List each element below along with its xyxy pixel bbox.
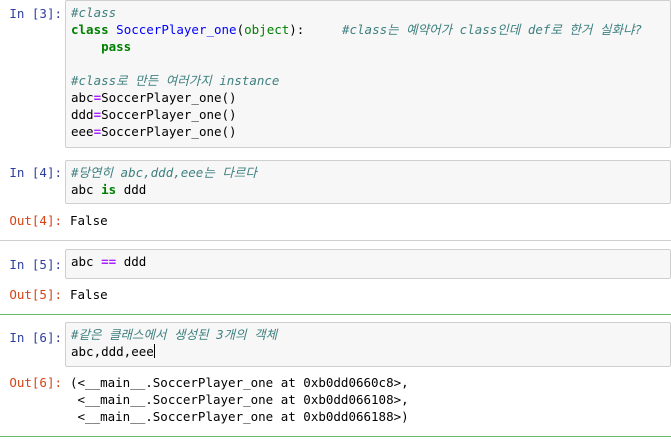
cell-output: (<__main__.SoccerPlayer_one at 0xb0dd066… — [70, 374, 671, 425]
code-token: SoccerPlayer_one — [116, 22, 237, 37]
code-cell-4[interactable]: In [4]: #당연히 abc,ddd,eee는 다르다 abc is ddd … — [0, 160, 671, 238]
output-line: False — [70, 213, 108, 228]
code-token: abc — [71, 182, 102, 197]
code-line: #class — [71, 4, 665, 21]
out-prompt: Out[4]: — [9, 213, 62, 228]
out-prompt: Out[6]: — [9, 375, 62, 390]
code-token: #class — [71, 5, 117, 20]
code-lines: abc == ddd — [71, 253, 665, 270]
code-token: ( — [236, 22, 245, 37]
in-prompt: In [6]: — [9, 330, 62, 345]
code-line: pass — [71, 38, 665, 55]
code-line: class SoccerPlayer_one(object): #class는 … — [71, 21, 665, 38]
code-token: abc — [71, 90, 94, 105]
code-token: is — [101, 182, 117, 197]
code-line: #class로 만든 여러가지 instance — [71, 72, 665, 89]
code-token: SoccerPlayer_one() — [101, 124, 237, 139]
code-lines: #당연히 abc,ddd,eee는 다르다 abc is ddd — [71, 164, 665, 198]
code-token: ): — [289, 22, 342, 37]
code-lines: #class class SoccerPlayer_one(object): #c… — [71, 4, 665, 140]
code-token: #같은 클래스에서 생성된 3개의 객체 — [71, 327, 278, 342]
code-token: pass — [101, 39, 132, 54]
code-token: ddd — [116, 254, 147, 269]
code-token: SoccerPlayer_one() — [101, 90, 237, 105]
in-prompt: In [4]: — [9, 165, 62, 180]
code-line: #당연히 abc,ddd,eee는 다르다 — [71, 164, 665, 181]
out-prompt: Out[5]: — [9, 287, 62, 302]
code-token: == — [101, 254, 117, 269]
code-token: object — [244, 22, 290, 37]
output-line: <__main__.SoccerPlayer_one at 0xb0dd0661… — [70, 392, 409, 407]
code-line: ddd=SoccerPlayer_one() — [71, 106, 665, 123]
text-cursor — [153, 344, 155, 358]
code-token: #당연히 abc,ddd,eee는 다르다 — [71, 165, 257, 180]
code-input[interactable]: #class class SoccerPlayer_one(object): #c… — [65, 0, 671, 148]
code-lines: #같은 클래스에서 생성된 3개의 객체 abc,ddd,eee — [71, 326, 665, 360]
code-token: ddd — [116, 182, 147, 197]
code-token: eee — [71, 124, 94, 139]
code-input[interactable]: #당연히 abc,ddd,eee는 다르다 abc is ddd — [65, 160, 671, 204]
code-token: #class는 예약어가 class인데 def로 한거 실화냐? — [341, 22, 642, 37]
cell-selection-bar — [0, 314, 671, 315]
cell-output: False — [70, 212, 671, 229]
code-line: abc == ddd — [71, 253, 665, 270]
code-token: = — [93, 90, 102, 105]
code-token: = — [93, 124, 102, 139]
code-token: class — [71, 22, 109, 37]
code-token: #class로 만든 여러가지 instance — [71, 73, 280, 88]
code-token: ddd — [71, 107, 94, 122]
code-token: abc — [71, 254, 102, 269]
output-line: False — [70, 287, 108, 302]
cell-selection-bar — [0, 436, 671, 437]
code-line: abc=SoccerPlayer_one() — [71, 89, 665, 106]
code-line: abc,ddd,eee — [71, 343, 665, 360]
code-cell-6[interactable]: In [6]: #같은 클래스에서 생성된 3개의 객체 abc,ddd,eee … — [0, 322, 671, 434]
code-token: = — [93, 107, 102, 122]
code-line: #같은 클래스에서 생성된 3개의 객체 — [71, 326, 665, 343]
code-line: abc is ddd — [71, 181, 665, 198]
cell-separator — [0, 240, 671, 241]
output-line: (<__main__.SoccerPlayer_one at 0xb0dd066… — [70, 375, 409, 390]
code-cell-3[interactable]: In [3]: #class class SoccerPlayer_one(obj… — [0, 0, 671, 150]
code-cell-5[interactable]: In [5]: abc == ddd Out[5]: False — [0, 249, 671, 309]
code-input[interactable]: #같은 클래스에서 생성된 3개의 객체 abc,ddd,eee — [65, 322, 671, 367]
code-input[interactable]: abc == ddd — [65, 249, 671, 279]
output-line: <__main__.SoccerPlayer_one at 0xb0dd0661… — [70, 409, 409, 424]
in-prompt: In [3]: — [9, 6, 62, 21]
in-prompt: In [5]: — [9, 257, 62, 272]
code-token: SoccerPlayer_one() — [101, 107, 237, 122]
code-line: eee=SoccerPlayer_one() — [71, 123, 665, 140]
code-token: abc,ddd,eee — [71, 344, 154, 359]
cell-output: False — [70, 286, 671, 303]
